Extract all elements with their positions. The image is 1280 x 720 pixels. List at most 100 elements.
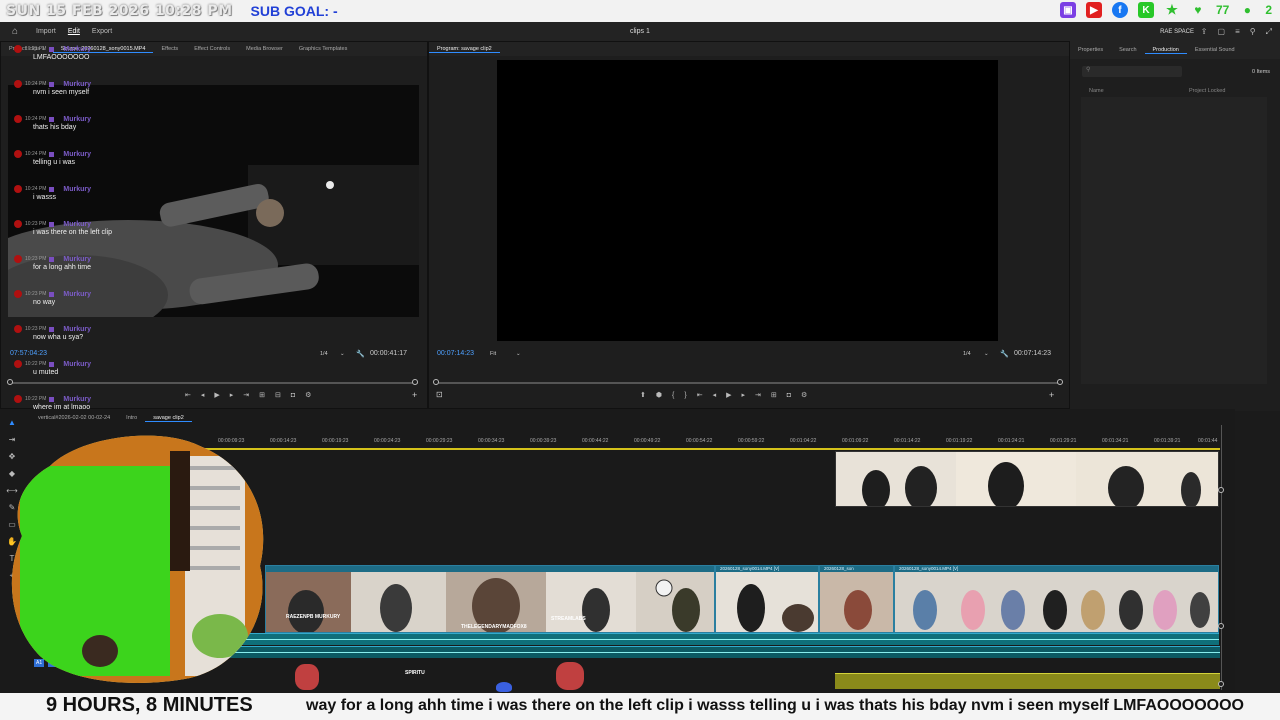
tab-sequence-vertical[interactable]: vertical#2026-02-02 00-02-24 (30, 415, 118, 421)
chevron-down-icon[interactable]: ⌄ (516, 351, 521, 357)
project-col-name[interactable]: Name (1089, 88, 1104, 94)
program-video-frame[interactable] (497, 60, 998, 341)
scroll-handle[interactable] (1218, 681, 1224, 687)
project-list[interactable] (1081, 97, 1267, 384)
source-zoom-select[interactable]: 1/4 (320, 351, 328, 357)
add-button-icon[interactable]: + (412, 390, 417, 400)
ruler-tick: 00:00:24:23 (374, 438, 401, 444)
settings-icon[interactable]: ⚙ (801, 391, 807, 399)
nav-import[interactable]: Import (30, 28, 62, 35)
timeline-clip[interactable]: 20260128_sony0014.MP4 [V] (715, 565, 819, 633)
chat-message: 10:23 PM Murkury now wha u sya? (8, 324, 158, 346)
tab-graphics-templates[interactable]: Graphics Templates (291, 46, 356, 52)
program-fit-select[interactable]: Fit (490, 351, 496, 357)
overwrite-icon[interactable]: ⊟ (275, 391, 281, 399)
tab-properties[interactable]: Properties (1070, 47, 1111, 53)
tab-sequence-savage[interactable]: savage clip2 (145, 415, 192, 422)
tab-program[interactable]: Program: savage clip2 (429, 46, 500, 53)
step-forward-icon[interactable]: ▸ (741, 391, 745, 399)
scroll-handle[interactable] (1218, 487, 1224, 493)
share-icon[interactable]: ⇪ (1201, 27, 1208, 37)
go-to-out-icon[interactable]: ⇥ (243, 391, 249, 399)
tab-production[interactable]: Production (1144, 47, 1187, 54)
step-back-icon[interactable]: ◂ (201, 391, 205, 399)
webcam-overlay (11, 435, 264, 683)
program-scrubber[interactable] (437, 382, 1061, 384)
scroll-handle[interactable] (1218, 623, 1224, 629)
chat-user: Murkury (63, 220, 92, 228)
settings-icon[interactable]: ⚙ (305, 391, 311, 399)
star-icon: ★ (1166, 2, 1178, 17)
nav-export[interactable]: Export (86, 28, 118, 35)
project-search-input[interactable]: ⚲ (1082, 66, 1182, 77)
scrub-handle[interactable] (412, 379, 418, 385)
lift-icon[interactable]: ⬆ (640, 391, 646, 399)
timeline-clip-upper[interactable] (835, 451, 1219, 507)
home-icon[interactable]: ⌂ (0, 26, 30, 37)
chat-time: 10:22 PM (25, 361, 47, 367)
chevron-down-icon[interactable]: ⌄ (984, 351, 989, 357)
step-forward-icon[interactable]: ▸ (230, 391, 234, 399)
source-scrubber[interactable] (10, 382, 418, 384)
avatar (14, 45, 22, 53)
camera-icon[interactable]: ◘ (291, 392, 295, 399)
timeline-clip[interactable]: 20260128_son (819, 565, 894, 633)
source-timecode-in[interactable]: 07:57:04:23 (10, 350, 47, 357)
scrub-handle[interactable] (1057, 379, 1063, 385)
program-zoom-select[interactable]: 1/4 (963, 351, 971, 357)
mark-out-icon[interactable]: } (684, 392, 686, 399)
timeline-clip[interactable]: 20260128_sony0014.MP4 [V] (894, 565, 1219, 633)
tab-search[interactable]: Search (1111, 47, 1144, 53)
expand-icon[interactable]: ⤢ (1266, 27, 1272, 37)
program-timecode-duration: 00:07:14:23 (1014, 350, 1051, 357)
badge-icon (49, 116, 55, 122)
insert-icon[interactable]: ⊞ (259, 391, 265, 399)
scrub-handle[interactable] (433, 379, 439, 385)
tab-effects[interactable]: Effects (153, 46, 186, 52)
project-col-locked[interactable]: Project Locked (1189, 88, 1225, 94)
chevron-down-icon[interactable]: ⌄ (340, 351, 345, 357)
add-button-icon[interactable]: + (1049, 390, 1054, 400)
go-to-in-icon[interactable]: ⇤ (185, 391, 191, 399)
sprite-label: SPIRITU (405, 670, 425, 676)
project-title: clips 1 (630, 28, 650, 35)
chat-text: u muted (33, 369, 59, 376)
search-icon[interactable]: ⚲ (1250, 27, 1256, 37)
play-icon[interactable]: ▶ (726, 391, 731, 399)
wrench-icon[interactable]: 🔧 (1000, 350, 1009, 358)
nav-edit[interactable]: Edit (62, 28, 86, 35)
badge-icon (49, 256, 55, 262)
extract-icon[interactable]: ⊞ (771, 391, 777, 399)
menu-icon[interactable]: ≡ (1235, 27, 1240, 37)
timeline-clip-main[interactable]: RAEZENPB MURKURY THELEGENDARYMADFOX8 STR… (265, 565, 715, 633)
tab-media-browser[interactable]: Media Browser (238, 46, 291, 52)
window-icon[interactable]: ▢ (1218, 27, 1226, 37)
tab-sequence-intro[interactable]: Intro (118, 415, 145, 421)
timeline-vscroll[interactable] (1214, 425, 1230, 690)
go-to-in-icon[interactable]: ⇤ (697, 391, 703, 399)
sub-goal-text: SUB GOAL: - (250, 3, 338, 19)
step-back-icon[interactable]: ◂ (713, 391, 717, 399)
work-area-bar[interactable] (190, 448, 1220, 450)
audio-clip-music[interactable] (835, 673, 1220, 689)
tab-effect-controls[interactable]: Effect Controls (186, 46, 238, 52)
screen: SUN 15 FEB 2026 10:28 PM SUB GOAL: - ▣ ▶… (0, 0, 1280, 720)
wrench-icon[interactable]: 🔧 (356, 350, 365, 358)
go-to-out-icon[interactable]: ⇥ (755, 391, 761, 399)
marker-icon[interactable]: ⬢ (656, 391, 662, 399)
workspace-label[interactable]: RAE SPACE (1160, 29, 1194, 35)
timeline-ruler[interactable]: 00:00:09:23 00:00:14:23 00:00:19:23 00:0… (190, 436, 1230, 448)
audio-clip[interactable] (230, 633, 715, 645)
play-icon[interactable]: ▶ (214, 391, 219, 399)
source-timecode-duration: 00:00:41:17 (370, 350, 407, 357)
camera-icon[interactable]: ◘ (787, 392, 791, 399)
mark-in-icon[interactable]: { (672, 392, 674, 399)
scrub-handle[interactable] (7, 379, 13, 385)
program-timecode-playhead[interactable]: 00:07:14:23 (437, 350, 474, 357)
audio-clip[interactable] (715, 633, 1219, 645)
safe-margins-icon[interactable]: ⊡ (436, 390, 443, 399)
clip-thumbnails (836, 452, 1218, 506)
audio-clip[interactable] (230, 646, 1220, 658)
tab-essential-sound[interactable]: Essential Sound (1187, 47, 1243, 53)
project-tabs: Properties Search Production Essential S… (1070, 41, 1280, 59)
